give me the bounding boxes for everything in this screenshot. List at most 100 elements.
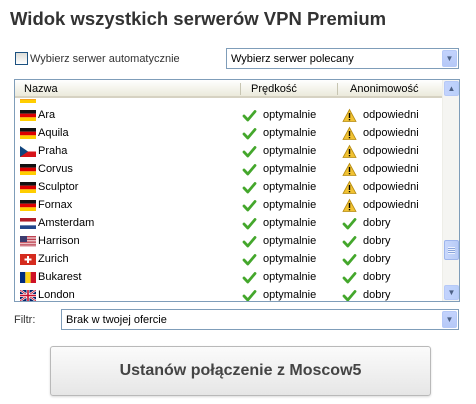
server-name: Harrison: [38, 235, 80, 247]
warning-icon: [342, 162, 357, 177]
anonymity-value: odpowiedni: [363, 109, 419, 121]
server-name: Ara: [38, 109, 56, 121]
server-list[interactable]: Nazwa Prędkość Anonimowość Ara optymalnie…: [14, 79, 460, 302]
flag-icon: [20, 272, 36, 283]
flag-icon: [20, 110, 36, 121]
check-icon: [342, 252, 357, 267]
anonymity-value: odpowiedni: [363, 145, 419, 157]
warning-icon: [342, 126, 357, 141]
anonymity-value: odpowiedni: [363, 181, 419, 193]
check-icon: [242, 270, 257, 285]
table-row[interactable]: London optymalnie dobry: [15, 286, 442, 301]
server-name: Praha: [38, 145, 68, 157]
table-row[interactable]: Amsterdam optymalnie dobry: [15, 214, 442, 232]
speed-value: optymalnie: [263, 109, 317, 121]
table-row[interactable]: Ara optymalnie odpowiedni: [15, 106, 442, 124]
check-icon: [242, 252, 257, 267]
anonymity-value: odpowiedni: [363, 199, 419, 211]
server-name: London: [38, 289, 75, 301]
speed-value: optymalnie: [263, 145, 317, 157]
anonymity-value: dobry: [363, 235, 391, 247]
check-icon: [242, 180, 257, 195]
scrollbar-thumb[interactable]: [444, 240, 459, 260]
flag-icon: [20, 99, 36, 103]
speed-value: optymalnie: [263, 217, 317, 229]
speed-value: optymalnie: [263, 271, 317, 283]
filter-value: Brak w twojej ofercie: [66, 313, 167, 326]
anonymity-value: dobry: [363, 271, 391, 283]
anonymity-value: odpowiedni: [363, 163, 419, 175]
server-name: Corvus: [38, 163, 73, 175]
check-icon: [242, 162, 257, 177]
table-row[interactable]: Aquila optymalnie odpowiedni: [15, 124, 442, 142]
flag-icon: [20, 200, 36, 211]
check-icon: [242, 108, 257, 123]
page-title: Widok wszystkich serwerów VPN Premium: [10, 8, 387, 29]
chevron-down-icon[interactable]: ▼: [442, 311, 457, 328]
server-name: Aquila: [38, 127, 69, 139]
table-row[interactable]: [15, 99, 442, 106]
speed-value: optymalnie: [263, 163, 317, 175]
flag-icon: [20, 146, 36, 157]
server-rows: Ara optymalnie odpowiedni Aquila optymalnie o…: [15, 99, 442, 301]
speed-value: optymalnie: [263, 199, 317, 211]
flag-icon: [20, 182, 36, 193]
server-name: Amsterdam: [38, 217, 95, 229]
speed-value: optymalnie: [263, 127, 317, 139]
column-header-name[interactable]: Nazwa: [24, 83, 58, 95]
column-header-anonymity[interactable]: Anonimowość: [350, 83, 418, 95]
warning-icon: [342, 180, 357, 195]
flag-icon: [20, 128, 36, 139]
speed-value: optymalnie: [263, 253, 317, 265]
check-icon: [242, 144, 257, 159]
column-divider[interactable]: [240, 83, 241, 95]
table-row[interactable]: Corvus optymalnie odpowiedni: [15, 160, 442, 178]
column-divider[interactable]: [337, 83, 338, 95]
recommended-server-value: Wybierz serwer polecany: [231, 52, 354, 65]
check-icon: [242, 126, 257, 141]
server-name: Bukarest: [38, 271, 82, 283]
table-row[interactable]: Praha optymalnie odpowiedni: [15, 142, 442, 160]
flag-icon: [20, 236, 36, 247]
warning-icon: [342, 198, 357, 213]
table-row[interactable]: Bukarest optymalnie dobry: [15, 268, 442, 286]
auto-select-row[interactable]: Wybierz serwer automatycznie: [15, 52, 180, 65]
warning-icon: [342, 144, 357, 159]
list-header: Nazwa Prędkość Anonimowość: [15, 80, 442, 98]
table-row[interactable]: Harrison optymalnie dobry: [15, 232, 442, 250]
check-icon: [242, 288, 257, 301]
filter-label: Filtr:: [14, 314, 36, 326]
connect-button[interactable]: Ustanów połączenie z Moscow5: [50, 346, 431, 396]
scroll-up-icon[interactable]: ▲: [444, 81, 459, 96]
column-header-speed[interactable]: Prędkość: [251, 83, 297, 95]
table-row[interactable]: Fornax optymalnie odpowiedni: [15, 196, 442, 214]
check-icon: [342, 270, 357, 285]
check-icon: [342, 216, 357, 231]
check-icon: [342, 234, 357, 249]
flag-icon: [20, 290, 36, 301]
flag-icon: [20, 254, 36, 265]
connect-button-label: Ustanów połączenie z Moscow5: [119, 362, 362, 379]
filter-select[interactable]: Brak w twojej ofercie ▼: [61, 309, 459, 330]
anonymity-value: dobry: [363, 289, 391, 301]
anonymity-value: dobry: [363, 217, 391, 229]
server-name: Sculptor: [38, 181, 79, 193]
vertical-scrollbar[interactable]: ▲ ▼: [442, 80, 459, 301]
recommended-server-select[interactable]: Wybierz serwer polecany ▼: [226, 48, 459, 69]
table-row[interactable]: Zurich optymalnie dobry: [15, 250, 442, 268]
scroll-down-icon[interactable]: ▼: [444, 285, 459, 300]
auto-select-label[interactable]: Wybierz serwer automatycznie: [30, 53, 180, 65]
flag-icon: [20, 164, 36, 175]
check-icon: [342, 288, 357, 301]
auto-select-checkbox[interactable]: [15, 52, 28, 65]
server-name: Fornax: [38, 199, 73, 211]
chevron-down-icon[interactable]: ▼: [442, 50, 457, 67]
check-icon: [242, 234, 257, 249]
speed-value: optymalnie: [263, 235, 317, 247]
anonymity-value: dobry: [363, 253, 391, 265]
check-icon: [242, 198, 257, 213]
table-row[interactable]: Sculptor optymalnie odpowiedni: [15, 178, 442, 196]
anonymity-value: odpowiedni: [363, 127, 419, 139]
speed-value: optymalnie: [263, 289, 317, 301]
speed-value: optymalnie: [263, 181, 317, 193]
